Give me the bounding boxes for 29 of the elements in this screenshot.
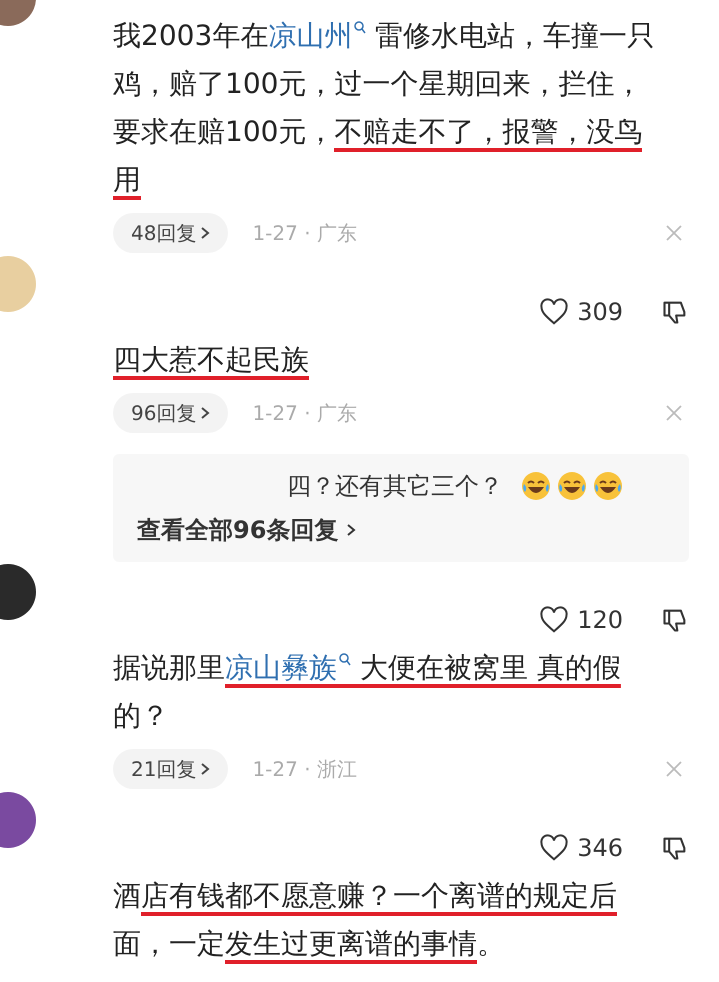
comment-text: 酒店有钱都不愿意赚？一个离谱的规定后 面，一定发生过更离谱的事情。	[113, 872, 669, 968]
topic-link[interactable]: 凉山彝族	[225, 651, 351, 688]
chevron-right-icon	[200, 406, 210, 420]
topic-link[interactable]: 凉山州	[268, 19, 366, 52]
date-location: 1-27 · 浙江	[252, 756, 357, 783]
like-count: 309	[577, 297, 623, 328]
laughing-face-icon	[557, 471, 587, 501]
heart-icon[interactable]	[539, 834, 570, 862]
reply-text: 四？还有其它三个？	[287, 471, 503, 502]
heart-icon[interactable]	[539, 606, 570, 634]
like-count: 120	[577, 605, 623, 636]
date-location: 1-27 · 广东	[252, 400, 357, 427]
replies-button[interactable]: 96回复	[113, 393, 228, 433]
replies-button[interactable]: 48回复	[113, 213, 228, 253]
search-icon	[354, 20, 366, 35]
comment-text: 四大惹不起民族	[113, 336, 669, 384]
laughing-face-icon	[593, 471, 623, 501]
heart-icon[interactable]	[539, 298, 570, 326]
chevron-right-icon	[200, 762, 210, 776]
date-location: 1-27 · 广东	[252, 220, 357, 247]
comment-text: 我2003年在凉山州 雷修水电站，车撞一只鸡，赔了100元，过一个星期回来，拦住，要求在赔100元，不赔走不了，报警，没鸟用	[113, 12, 669, 204]
chevron-right-icon	[346, 523, 356, 537]
view-all-replies-link[interactable]: 查看全部96条回复	[137, 512, 356, 548]
chevron-right-icon	[200, 226, 210, 240]
comment-text: 据说那里凉山彝族 大便在被窝里 真的假 的？	[113, 650, 622, 734]
laughing-face-icon	[521, 471, 551, 501]
like-count: 346	[577, 833, 623, 864]
search-icon	[339, 652, 351, 667]
replies-button[interactable]: 21回复	[113, 749, 228, 789]
